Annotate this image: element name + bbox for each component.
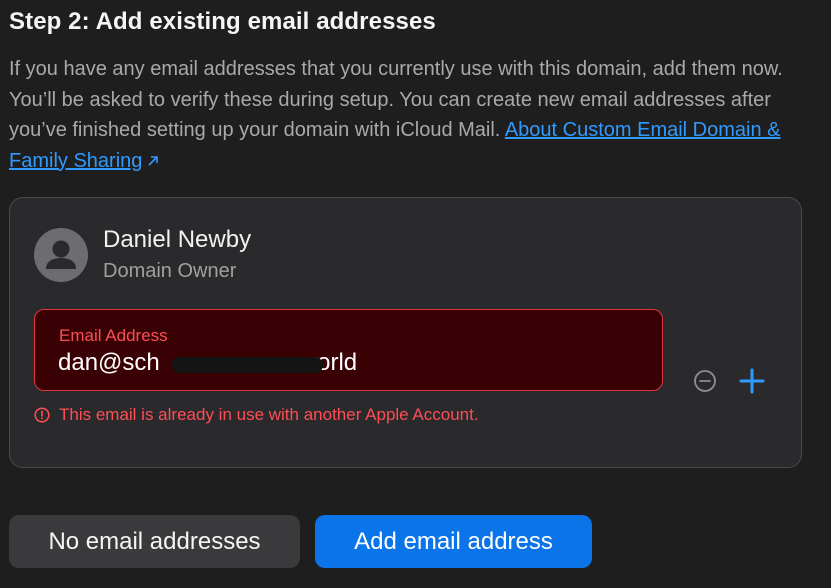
email-field-label: Email Address (59, 326, 168, 345)
plus-icon[interactable] (737, 366, 767, 396)
person-icon (34, 228, 88, 282)
email-error: This email is already in use with anothe… (34, 405, 479, 425)
email-input[interactable] (58, 349, 638, 377)
email-error-text: This email is already in use with anothe… (59, 405, 479, 424)
page: Step 2: Add existing email addresses If … (0, 0, 831, 588)
add-email-address-button[interactable]: Add email address (315, 515, 592, 568)
domain-owner-card: Daniel Newby Domain Owner Email Address (9, 197, 802, 468)
step-description: If you have any email addresses that you… (9, 54, 809, 177)
page-title: Step 2: Add existing email addresses (9, 8, 436, 35)
redaction-mark (171, 357, 323, 373)
minus-circle-icon[interactable] (693, 369, 717, 393)
email-field[interactable]: Email Address (34, 309, 663, 391)
owner-name: Daniel Newby (103, 226, 252, 253)
warning-circle-icon (34, 407, 50, 423)
external-arrow-icon (146, 147, 160, 178)
owner-role: Domain Owner (103, 260, 237, 282)
no-email-addresses-button[interactable]: No email addresses (9, 515, 300, 568)
